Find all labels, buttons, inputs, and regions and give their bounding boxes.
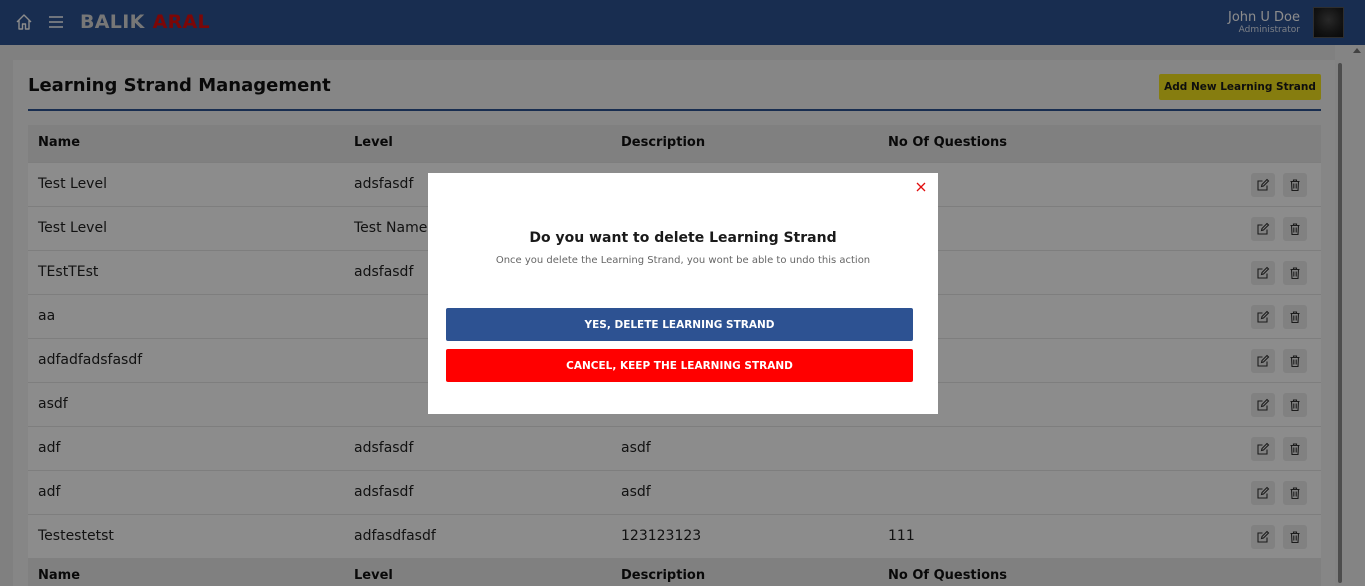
dialog-subtitle: Once you delete the Learning Strand, you… [495, 255, 871, 266]
confirm-delete-button[interactable]: YES, DELETE LEARNING STRAND [446, 308, 913, 341]
close-icon[interactable] [915, 178, 927, 192]
dialog-title: Do you want to delete Learning Strand [529, 230, 837, 246]
delete-confirm-dialog: Do you want to delete Learning Strand On… [428, 173, 938, 414]
cancel-delete-button[interactable]: CANCEL, KEEP THE LEARNING STRAND [446, 349, 913, 382]
